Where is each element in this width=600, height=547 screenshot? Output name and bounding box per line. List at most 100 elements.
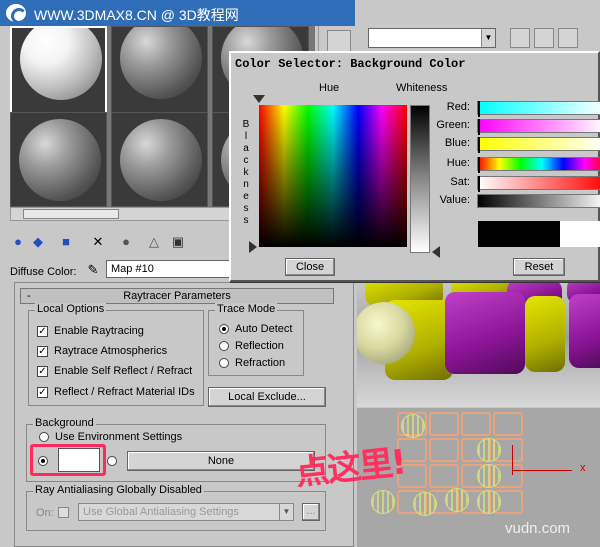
named-selection-dropdown[interactable]: ▼	[368, 28, 496, 48]
map-radio[interactable]	[107, 455, 123, 467]
hue-marker-icon[interactable]	[253, 95, 265, 103]
chevron-down-icon: ▼	[481, 29, 495, 47]
eraser-button[interactable]	[558, 28, 578, 48]
checkbox-row[interactable]: ✓ Enable Self Reflect / Refract	[37, 365, 192, 379]
radio-auto-detect[interactable]: Auto Detect	[219, 323, 292, 337]
sample-slot[interactable]	[10, 26, 107, 121]
dialog-title: Color Selector: Background Color	[235, 57, 466, 71]
reset-button[interactable]: Reset	[513, 258, 565, 276]
local-options-group: Local Options ✓ Enable Raytracing ✓ Raytra…	[28, 303, 204, 406]
pick-material-icon[interactable]: ✎	[84, 261, 102, 279]
align-button[interactable]	[534, 28, 554, 48]
close-button[interactable]: Close	[285, 258, 335, 276]
wire-sphere	[477, 490, 501, 514]
raytracer-rollout-header[interactable]: - Raytracer Parameters	[20, 288, 334, 304]
grid-box	[429, 438, 459, 462]
mirror-button[interactable]	[510, 28, 530, 48]
wire-sphere	[477, 464, 501, 488]
red-label: Red:	[446, 101, 470, 113]
value-slider[interactable]	[477, 194, 600, 208]
wire-sphere	[371, 490, 395, 514]
radio-button[interactable]	[219, 358, 229, 369]
select-value: Use Global Antialiasing Settings	[83, 506, 239, 518]
show-map-icon[interactable]: ▣	[170, 234, 186, 250]
value-label: Value:	[439, 194, 470, 206]
x-axis-line	[512, 470, 572, 471]
checkbox[interactable]: ✓	[37, 386, 48, 398]
background-map-button[interactable]: None	[127, 451, 315, 471]
map-name-field[interactable]: Map #10	[106, 260, 230, 278]
get-material-icon[interactable]: ●	[10, 234, 26, 250]
collapse-icon: -	[27, 290, 31, 302]
slider-marker[interactable]	[478, 137, 480, 153]
original-color-preview	[478, 221, 560, 247]
checkbox-row[interactable]: ✓ Raytrace Atmospherics	[37, 345, 167, 359]
material-toolbar: ● ◆ ■ ✕ ● △ ▣	[10, 232, 230, 254]
watermark-bar: WWW.3DMAX8.CN @ 3D教程网	[0, 0, 355, 26]
radio-reflection[interactable]: Reflection	[219, 340, 284, 354]
antialias-on-checkbox[interactable]	[58, 506, 75, 518]
scrollbar-thumb[interactable]	[23, 209, 119, 219]
trace-mode-group: Trace Mode Auto Detect Reflection Refrac…	[208, 303, 304, 376]
radio-button[interactable]	[219, 341, 229, 352]
sample-slot[interactable]	[111, 26, 208, 121]
checkbox-row[interactable]: ✓ Enable Raytracing	[37, 325, 144, 339]
perspective-viewport[interactable]	[357, 282, 600, 407]
checkbox[interactable]	[58, 506, 69, 518]
antialias-select[interactable]: Use Global Antialiasing Settings ▼	[78, 503, 294, 521]
current-color-preview	[560, 221, 600, 247]
main-toolbar: ▼	[358, 26, 600, 50]
antialias-more-button[interactable]: ...	[302, 503, 320, 521]
slider-marker[interactable]	[478, 119, 480, 135]
whiteness-strip[interactable]	[410, 105, 430, 253]
grid-box	[429, 412, 459, 436]
delete-icon[interactable]: ✕	[90, 234, 106, 250]
watermark-text: WWW.3DMAX8.CN @ 3D教程网	[34, 7, 239, 23]
put-to-scene-icon[interactable]: ◆	[30, 234, 46, 250]
sample-slot[interactable]	[111, 112, 208, 207]
site-logo-icon	[6, 4, 27, 24]
slider-marker[interactable]	[478, 176, 480, 192]
radio-label: Refraction	[235, 357, 286, 369]
checkbox-label: Raytrace Atmospherics	[54, 345, 168, 357]
y-axis-line	[512, 445, 513, 475]
material-sphere	[120, 27, 202, 99]
radio-refraction[interactable]: Refraction	[219, 357, 285, 371]
hue-slider[interactable]	[477, 157, 600, 173]
checkbox[interactable]: ✓	[37, 345, 48, 357]
use-env-settings-radio[interactable]: Use Environment Settings	[39, 431, 182, 445]
blackness-marker-icon[interactable]	[249, 241, 257, 253]
radio-button[interactable]	[219, 324, 229, 335]
slider-marker[interactable]	[478, 101, 480, 117]
sample-slot[interactable]	[10, 112, 107, 207]
diffuse-label: Diffuse Color:	[10, 266, 77, 278]
slider-marker[interactable]	[478, 157, 480, 173]
whiteness-label: Whiteness	[396, 82, 448, 94]
blue-slider[interactable]	[477, 137, 600, 153]
sat-slider[interactable]	[477, 176, 600, 192]
hue-blackness-spectrum[interactable]	[259, 105, 407, 247]
sample-type-button[interactable]	[327, 30, 351, 52]
checkbox-label: Reflect / Refract Material IDs	[54, 386, 195, 398]
material-sphere	[20, 28, 102, 100]
checkbox[interactable]: ✓	[37, 325, 48, 337]
checkbox-label: Enable Raytracing	[54, 325, 144, 337]
grid-box	[429, 464, 459, 488]
local-exclude-button[interactable]: Local Exclude...	[208, 387, 326, 407]
antialias-on-label: On:	[36, 507, 54, 519]
rollout-title: Raytracer Parameters	[123, 290, 231, 302]
checkbox[interactable]: ✓	[37, 365, 48, 377]
material-id-icon[interactable]: △	[146, 234, 162, 250]
material-sphere	[19, 119, 101, 201]
whiteness-marker-icon[interactable]	[432, 246, 440, 258]
radio-button[interactable]	[39, 432, 49, 443]
copy-material-icon[interactable]: ●	[118, 234, 134, 250]
group-title: Local Options	[35, 303, 107, 315]
hue-channel-label: Hue:	[446, 157, 470, 169]
red-slider[interactable]	[477, 101, 600, 117]
checkbox-row[interactable]: ✓ Reflect / Refract Material IDs	[37, 386, 195, 400]
assign-material-icon[interactable]: ■	[58, 234, 74, 250]
green-label: Green:	[436, 119, 470, 131]
green-slider[interactable]	[477, 119, 600, 135]
radio-button[interactable]	[107, 456, 117, 467]
